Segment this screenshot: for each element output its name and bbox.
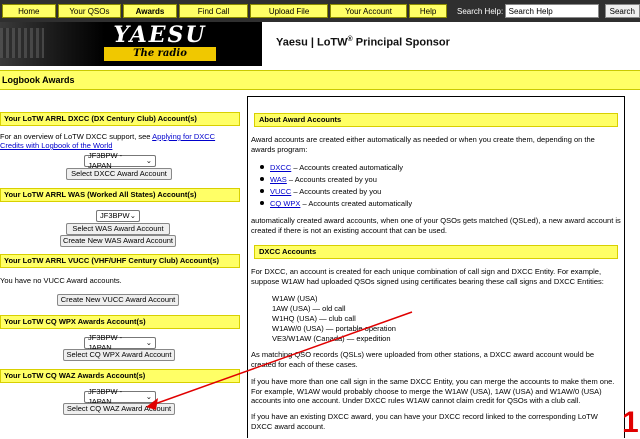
wpx-account-select[interactable]: JF3BPW - JAPAN ⌄ xyxy=(84,333,156,352)
top-navigation: Home Your QSOs Awards Find Call Upload F… xyxy=(0,0,640,22)
cq-wpx-link[interactable]: CQ WPX xyxy=(270,199,300,208)
chevron-down-icon: ⌄ xyxy=(145,338,152,347)
dxcc-accounts-heading: DXCC Accounts xyxy=(254,245,618,259)
select-dxcc-account-button[interactable]: Select DXCC Award Account xyxy=(66,168,172,180)
vucc-link[interactable]: VUCC xyxy=(270,187,291,196)
nav-help[interactable]: Help xyxy=(409,4,447,18)
was-account-select[interactable]: JF3BPW ⌄ xyxy=(96,210,140,222)
sponsor-text: Yaesu | LoTW® Principal Sponsor xyxy=(276,36,450,49)
radio-image xyxy=(0,28,44,58)
dxcc-accounts-p1: For DXCC, an account is created for each… xyxy=(251,267,604,286)
bullet-icon xyxy=(260,189,264,193)
dxcc-section-heading: Your LoTW ARRL DXCC (DX Century Club) Ac… xyxy=(0,112,240,126)
nav-your-account[interactable]: Your Account xyxy=(329,4,408,18)
bullet-icon xyxy=(260,177,264,181)
create-was-account-button[interactable]: Create New WAS Award Account xyxy=(60,235,176,247)
waz-section-heading: Your LoTW CQ WAZ Awards Account(s) xyxy=(0,369,240,383)
page-title: Logbook Awards xyxy=(0,70,640,90)
waz-account-select[interactable]: JF3BPW - JAPAN ⌄ xyxy=(84,387,156,406)
nav-your-qsos[interactable]: Your QSOs xyxy=(57,4,122,18)
dxcc-accounts-p2: As matching QSO records (QSLs) were uplo… xyxy=(251,350,595,369)
select-wpx-account-button[interactable]: Select CQ WPX Award Account xyxy=(63,349,175,361)
select-waz-account-button[interactable]: Select CQ WAZ Award Account xyxy=(63,403,175,415)
dxcc-account-select[interactable]: JF3BPW - JAPAN ⌄ xyxy=(84,151,156,170)
was-link[interactable]: WAS xyxy=(270,175,287,184)
example-call: W1HQ (USA) — club call xyxy=(272,314,356,323)
search-label: Search Help: xyxy=(456,6,504,16)
auto-created-text: automatically created award accounts, wh… xyxy=(251,216,621,235)
chevron-down-icon: ⌄ xyxy=(145,392,152,401)
example-call: W1AW (USA) xyxy=(272,294,318,303)
bullet-icon xyxy=(260,201,264,205)
bullet-dxcc: DXCC – Accounts created automatically xyxy=(260,163,403,172)
nav-upload-file[interactable]: Upload File xyxy=(250,4,328,18)
was-section-heading: Your LoTW ARRL WAS (Worked All States) A… xyxy=(0,188,240,202)
yaesu-logo: YAESU xyxy=(113,22,207,48)
example-call: 1AW (USA) — old call xyxy=(272,304,346,313)
chevron-down-icon: ⌄ xyxy=(129,211,136,220)
dxcc-link[interactable]: DXCC xyxy=(270,163,291,172)
yaesu-tagline: The radio xyxy=(104,47,216,61)
chevron-down-icon: ⌄ xyxy=(145,156,152,165)
bullet-vucc: VUCC – Accounts created by you xyxy=(260,187,381,196)
search-input[interactable] xyxy=(504,4,599,18)
select-was-account-button[interactable]: Select WAS Award Account xyxy=(66,223,170,235)
yaesu-banner[interactable]: YAESU The radio xyxy=(0,22,262,66)
about-intro: Award accounts are created either automa… xyxy=(251,135,595,154)
search-button[interactable]: Search xyxy=(604,4,640,18)
about-heading: About Award Accounts xyxy=(254,113,618,127)
annotation-number: 1 xyxy=(622,406,639,439)
nav-home[interactable]: Home xyxy=(2,4,56,18)
dxcc-accounts-p3: If you have more than one call sign in t… xyxy=(251,377,615,405)
nav-awards[interactable]: Awards xyxy=(123,4,177,18)
dxcc-intro: For an overview of LoTW DXCC support, se… xyxy=(0,132,216,150)
dxcc-accounts-p4: If you have an existing DXCC award, you … xyxy=(251,412,598,431)
vucc-note: You have no VUCC Award accounts. xyxy=(0,276,122,285)
bullet-cq-wpx: CQ WPX – Accounts created automatically xyxy=(260,199,412,208)
wpx-section-heading: Your LoTW CQ WPX Awards Account(s) xyxy=(0,315,240,329)
example-call: VE3/W1AW (Canada) — expedition xyxy=(272,334,391,343)
nav-find-call[interactable]: Find Call xyxy=(178,4,249,18)
award-info-panel: About Award Accounts Award accounts are … xyxy=(247,96,625,438)
example-call: W1AW/0 (USA) — portable operation xyxy=(272,324,396,333)
bullet-was: WAS – Accounts created by you xyxy=(260,175,377,184)
page-header: YAESU The radio Yaesu | LoTW® Principal … xyxy=(0,22,640,66)
bullet-icon xyxy=(260,165,264,169)
vucc-section-heading: Your LoTW ARRL VUCC (VHF/UHF Century Clu… xyxy=(0,254,240,268)
create-vucc-account-button[interactable]: Create New VUCC Award Account xyxy=(57,294,179,306)
